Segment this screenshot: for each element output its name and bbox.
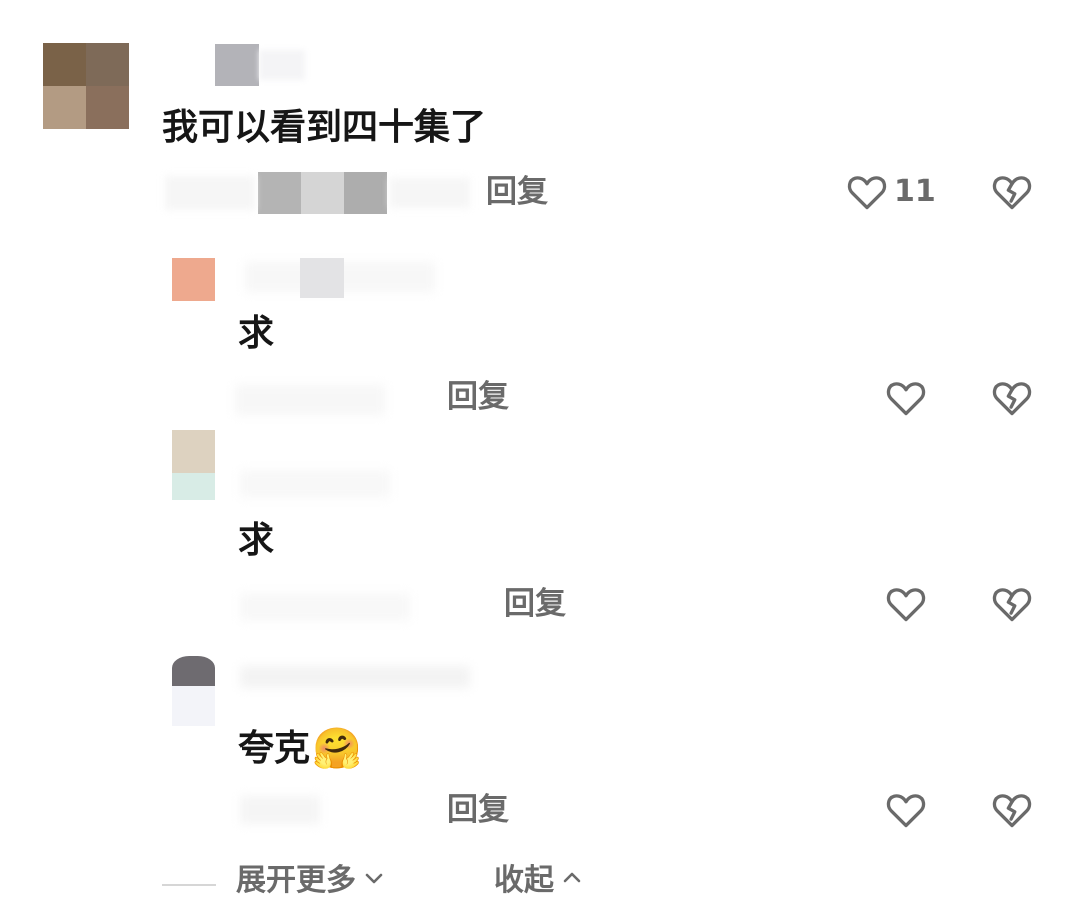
heart-outline-icon[interactable] [884,788,928,832]
username-blurred-fade [240,666,470,688]
reply-button[interactable]: 回复 [504,589,566,620]
divider [162,884,216,886]
expand-more-button[interactable]: 展开更多 [236,866,386,896]
avatar[interactable] [172,430,215,500]
like-count: 11 [894,174,936,209]
comment-meta-fade [165,176,255,210]
chevron-up-icon [560,866,584,896]
broken-heart-icon[interactable] [990,376,1034,420]
broken-heart-icon[interactable] [990,788,1034,832]
reply-meta-blurred [240,796,320,824]
collapse-label: 收起 [494,863,554,898]
avatar[interactable] [43,43,129,129]
collapse-button[interactable]: 收起 [494,866,584,896]
hugging-face-emoji-icon: 🤗 [312,726,362,772]
comment-meta-blurred [258,172,387,214]
reply-meta-blurred [240,593,410,621]
reply-button[interactable]: 回复 [447,795,509,826]
username-blurred[interactable] [215,44,259,86]
username-blurred-fade [259,50,305,80]
broken-heart-icon[interactable] [990,170,1034,214]
broken-heart-icon[interactable] [990,582,1034,626]
heart-outline-icon[interactable] [884,376,928,420]
avatar[interactable] [172,258,215,301]
chevron-down-icon [362,866,386,896]
reply-text-content: 夸克 [238,728,311,769]
username-blurred[interactable] [300,258,344,298]
reply-button[interactable]: 回复 [486,177,548,208]
heart-outline-icon[interactable] [884,582,928,626]
comment-meta-fade-right [390,178,470,208]
reply-button[interactable]: 回复 [447,382,509,413]
reply-text: 求 [238,313,275,354]
reply-text: 夸克 🤗 [238,729,362,769]
expand-more-label: 展开更多 [236,863,356,898]
username-blurred-fade [240,470,390,498]
reply-meta-blurred [235,385,385,415]
avatar[interactable] [172,656,215,726]
reply-text: 求 [238,520,275,561]
comment-text: 我可以看到四十集了 [162,107,487,148]
heart-outline-icon[interactable] [845,170,889,214]
